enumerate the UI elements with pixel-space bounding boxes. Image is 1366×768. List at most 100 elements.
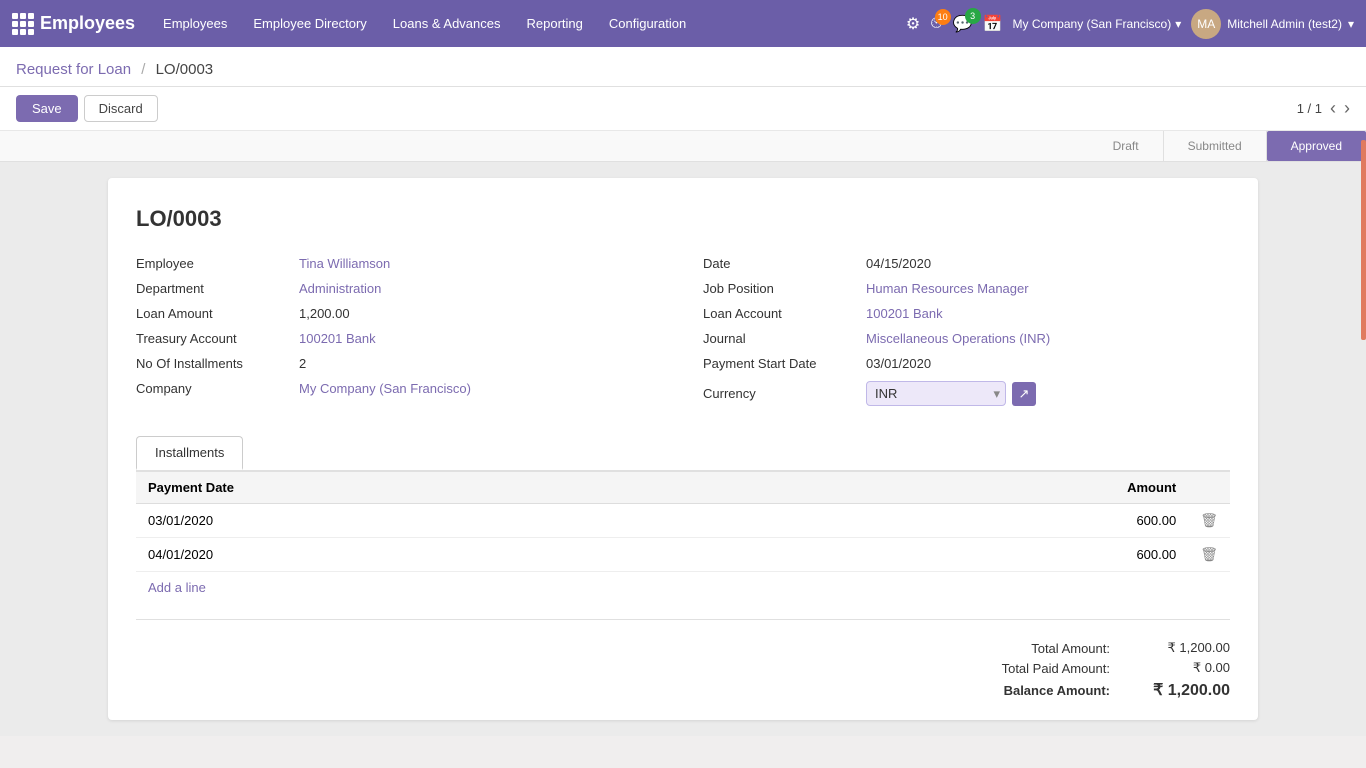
- discard-button[interactable]: Discard: [84, 95, 158, 122]
- table-row: 04/01/2020 600.00 🗑: [136, 538, 1230, 572]
- cell-payment-date: 04/01/2020: [136, 538, 768, 572]
- user-dropdown-icon: ▾: [1348, 17, 1354, 31]
- no-installments-value: 2: [299, 356, 306, 371]
- status-draft[interactable]: Draft: [1089, 131, 1164, 161]
- calendar-icon-btn[interactable]: 📅: [983, 14, 1003, 34]
- table-row: 03/01/2020 600.00 🗑: [136, 504, 1230, 538]
- action-buttons: Save Discard: [16, 95, 158, 122]
- pagination: 1 / 1 ‹ ›: [1297, 98, 1350, 119]
- journal-value[interactable]: Miscellaneous Operations (INR): [866, 331, 1050, 346]
- delete-row-btn[interactable]: 🗑: [1200, 546, 1218, 563]
- company-selector[interactable]: My Company (San Francisco) ▾: [1013, 17, 1182, 31]
- nav-employee-directory[interactable]: Employee Directory: [241, 10, 378, 37]
- status-approved[interactable]: Approved: [1267, 131, 1366, 161]
- balance-row: Balance Amount: ₹ 1,200.00: [950, 680, 1230, 700]
- pagination-next[interactable]: ›: [1344, 98, 1350, 119]
- date-value: 04/15/2020: [866, 256, 931, 271]
- delete-row-btn[interactable]: 🗑: [1200, 512, 1218, 529]
- balance-label: Balance Amount:: [950, 683, 1110, 698]
- cell-amount: 600.00: [768, 538, 1188, 572]
- cell-payment-date: 03/01/2020: [136, 504, 768, 538]
- installments-table: Payment Date Amount 03/01/2020 600.00 🗑 …: [136, 472, 1230, 572]
- app-grid-icon[interactable]: [12, 13, 34, 35]
- company-label: Company: [136, 381, 291, 396]
- currency-external-link-btn[interactable]: ↗: [1012, 382, 1036, 406]
- record-title: LO/0003: [136, 206, 1230, 232]
- journal-row: Journal Miscellaneous Operations (INR): [703, 331, 1230, 346]
- breadcrumb: Request for Loan / LO/0003: [16, 61, 213, 78]
- currency-label: Currency: [703, 386, 858, 401]
- department-label: Department: [136, 281, 291, 296]
- company-dropdown-icon: ▾: [1175, 17, 1181, 31]
- nav-reporting[interactable]: Reporting: [515, 10, 595, 37]
- col-amount: Amount: [768, 472, 1188, 504]
- payment-start-date-label: Payment Start Date: [703, 356, 858, 371]
- right-accent-bar: [1361, 140, 1366, 340]
- activity-badge: 10: [935, 9, 951, 25]
- form-right-col: Date 04/15/2020 Job Position Human Resou…: [703, 256, 1230, 416]
- currency-select-wrap: INR USD EUR GBP: [866, 381, 1006, 406]
- topbar-icons: ⚙ ⏲ 10 💬 3 📅 My Company (San Francisco) …: [906, 9, 1354, 39]
- no-installments-label: No Of Installments: [136, 356, 291, 371]
- form-left-col: Employee Tina Williamson Department Admi…: [136, 256, 663, 416]
- total-amount-value: ₹ 1,200.00: [1130, 640, 1230, 656]
- loan-amount-row: Loan Amount 1,200.00: [136, 306, 663, 321]
- activity-icon-btn[interactable]: ⏲ 10: [930, 15, 942, 33]
- no-installments-row: No Of Installments 2: [136, 356, 663, 371]
- nav-employees[interactable]: Employees: [151, 10, 239, 37]
- employee-label: Employee: [136, 256, 291, 271]
- nav-loans-advances[interactable]: Loans & Advances: [381, 10, 513, 37]
- action-bar: Save Discard 1 / 1 ‹ ›: [0, 87, 1366, 131]
- job-position-value[interactable]: Human Resources Manager: [866, 281, 1029, 296]
- cell-amount: 600.00: [768, 504, 1188, 538]
- breadcrumb-current: LO/0003: [156, 61, 214, 78]
- loan-account-row: Loan Account 100201 Bank: [703, 306, 1230, 321]
- payment-start-date-row: Payment Start Date 03/01/2020: [703, 356, 1230, 371]
- total-amount-row: Total Amount: ₹ 1,200.00: [950, 640, 1230, 656]
- pagination-prev[interactable]: ‹: [1330, 98, 1336, 119]
- company-value[interactable]: My Company (San Francisco): [299, 381, 471, 396]
- status-submitted[interactable]: Submitted: [1164, 131, 1267, 161]
- settings-icon-btn[interactable]: ⚙: [906, 14, 920, 34]
- journal-label: Journal: [703, 331, 858, 346]
- job-position-label: Job Position: [703, 281, 858, 296]
- user-menu[interactable]: MA Mitchell Admin (test2) ▾: [1191, 9, 1354, 39]
- totals-section: Total Amount: ₹ 1,200.00 Total Paid Amou…: [136, 640, 1230, 700]
- pagination-count: 1 / 1: [1297, 101, 1322, 116]
- add-line-link[interactable]: Add a line: [136, 572, 218, 603]
- date-row: Date 04/15/2020: [703, 256, 1230, 271]
- nav-configuration[interactable]: Configuration: [597, 10, 698, 37]
- treasury-account-value[interactable]: 100201 Bank: [299, 331, 376, 346]
- messages-icon-btn[interactable]: 💬 3: [953, 14, 973, 34]
- job-position-row: Job Position Human Resources Manager: [703, 281, 1230, 296]
- total-amount-label: Total Amount:: [950, 641, 1110, 656]
- form-grid: Employee Tina Williamson Department Admi…: [136, 256, 1230, 416]
- department-row: Department Administration: [136, 281, 663, 296]
- total-paid-label: Total Paid Amount:: [950, 661, 1110, 676]
- total-paid-row: Total Paid Amount: ₹ 0.00: [950, 660, 1230, 676]
- currency-controls: INR USD EUR GBP ↗: [866, 381, 1036, 406]
- payment-start-date-value: 03/01/2020: [866, 356, 931, 371]
- user-name: Mitchell Admin (test2): [1227, 17, 1342, 31]
- tab-installments[interactable]: Installments: [136, 436, 243, 470]
- messages-badge: 3: [965, 8, 981, 24]
- loan-account-value[interactable]: 100201 Bank: [866, 306, 943, 321]
- balance-value: ₹ 1,200.00: [1130, 680, 1230, 700]
- loan-amount-label: Loan Amount: [136, 306, 291, 321]
- currency-row: Currency INR USD EUR GBP ↗: [703, 381, 1230, 406]
- top-navigation: Employees Employees Employee Directory L…: [0, 0, 1366, 47]
- status-bar: Draft Submitted Approved: [0, 131, 1366, 162]
- currency-select[interactable]: INR USD EUR GBP: [866, 381, 1006, 406]
- app-title: Employees: [40, 13, 135, 34]
- total-paid-value: ₹ 0.00: [1130, 660, 1230, 676]
- loan-account-label: Loan Account: [703, 306, 858, 321]
- breadcrumb-parent[interactable]: Request for Loan: [16, 61, 131, 78]
- save-button[interactable]: Save: [16, 95, 78, 122]
- employee-value[interactable]: Tina Williamson: [299, 256, 390, 271]
- loan-amount-value: 1,200.00: [299, 306, 350, 321]
- tab-header: Installments: [136, 436, 1230, 472]
- user-avatar: MA: [1191, 9, 1221, 39]
- divider: [136, 619, 1230, 620]
- company-row: Company My Company (San Francisco): [136, 381, 663, 396]
- department-value[interactable]: Administration: [299, 281, 381, 296]
